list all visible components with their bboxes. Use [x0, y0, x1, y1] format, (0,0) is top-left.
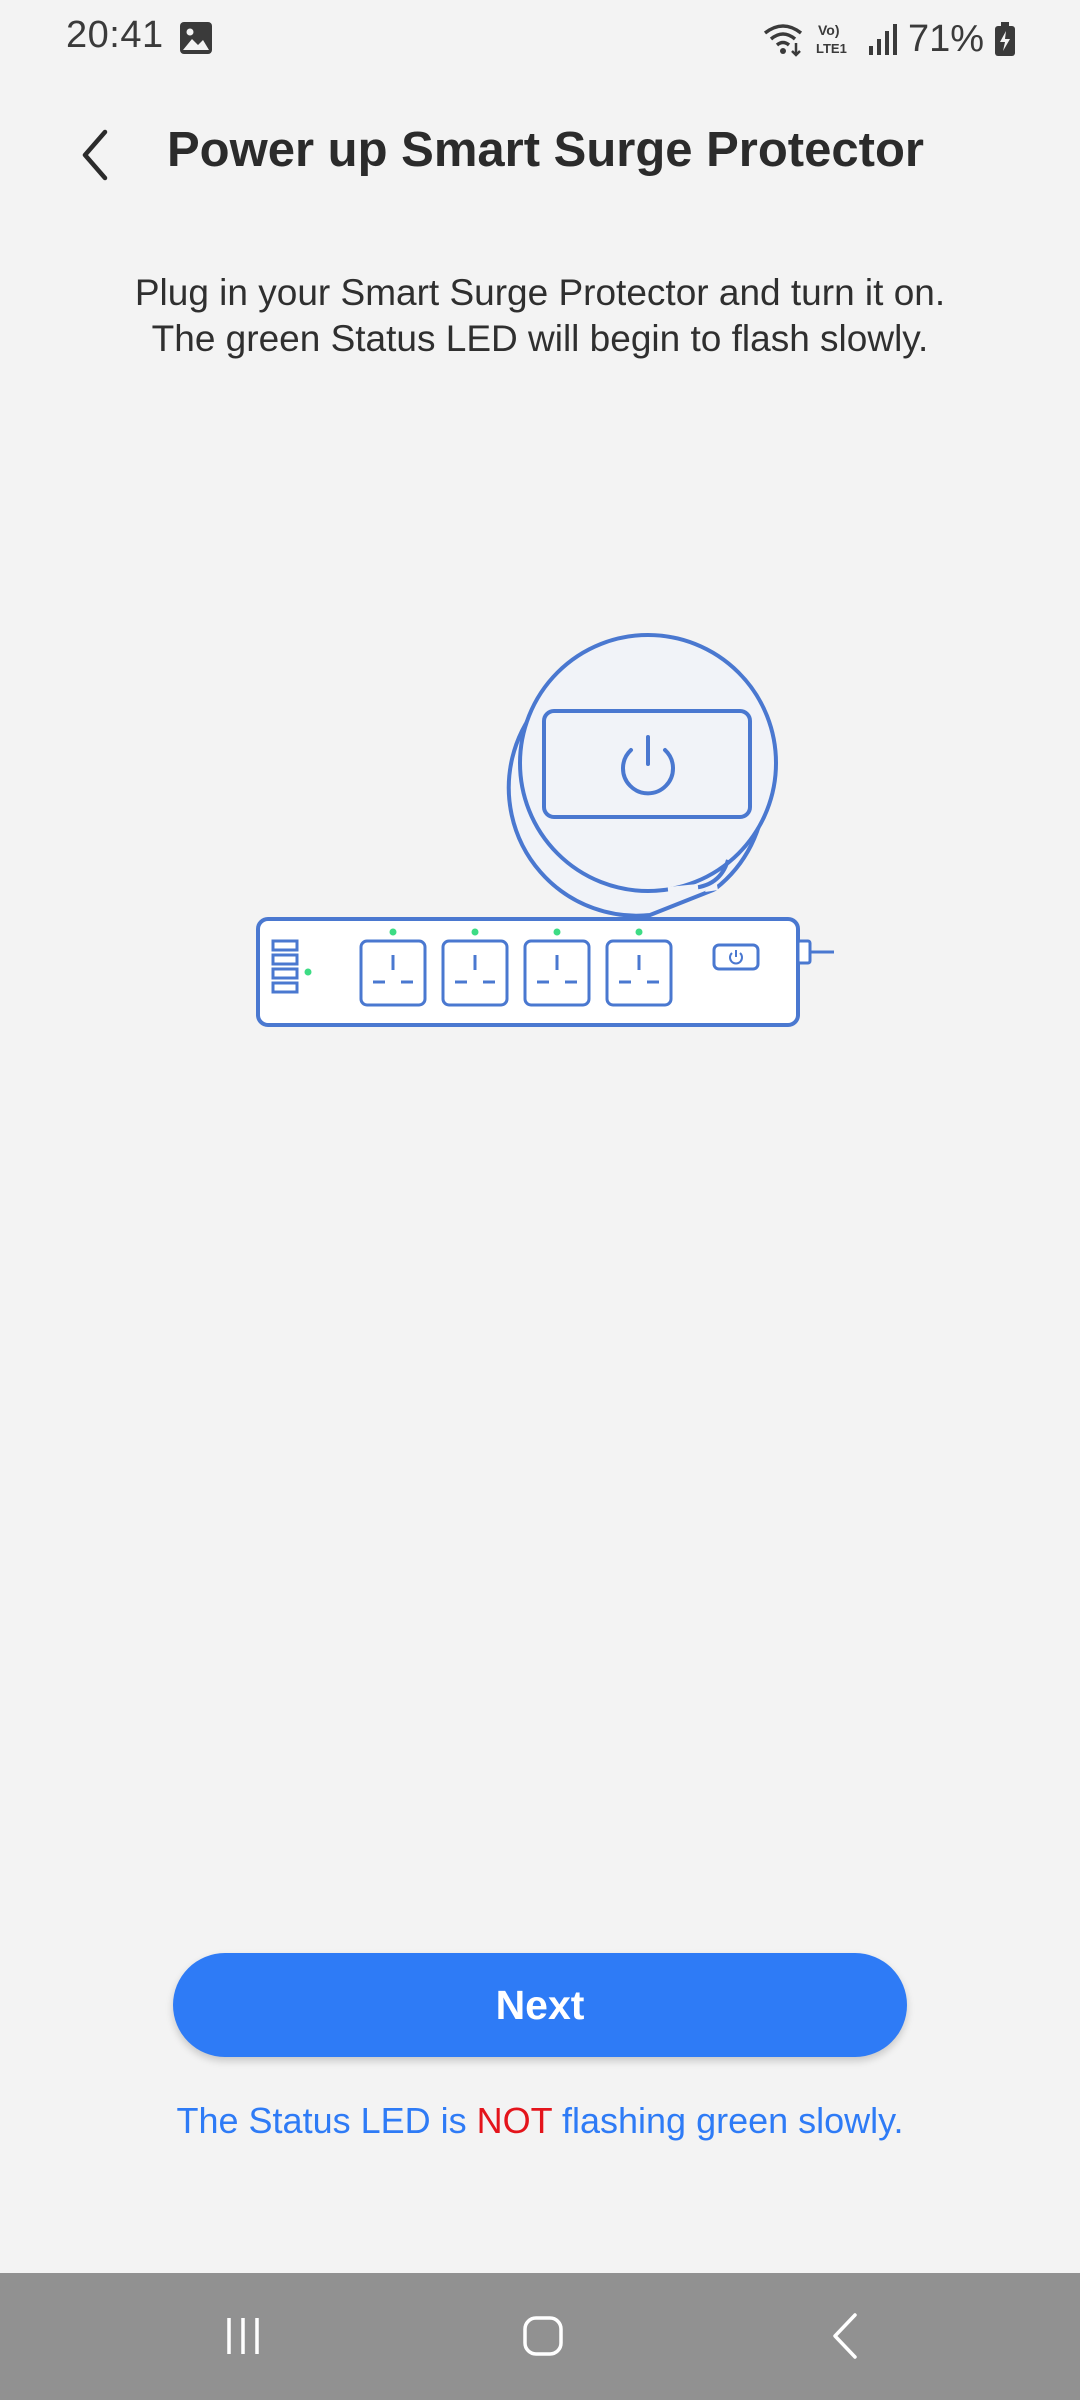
instruction-line-1: Plug in your Smart Surge Protector and t… [134, 272, 946, 313]
wifi-icon [763, 24, 803, 57]
svg-text:LTE1: LTE1 [816, 41, 847, 56]
svg-text:Vo): Vo) [818, 22, 840, 38]
next-button[interactable]: Next [173, 1953, 907, 2057]
recent-apps-button[interactable] [203, 2301, 283, 2371]
header: Power up Smart Surge Protector [0, 100, 1080, 210]
battery-percent: 71% [907, 17, 984, 60]
power-button-zoom-bubble [506, 633, 778, 918]
chevron-left-icon [82, 129, 108, 181]
status-time: 20:41 [66, 14, 164, 56]
system-nav-bar [0, 2273, 1080, 2400]
battery-charging-icon [995, 22, 1015, 56]
status-bar: 20:41 Vo) LTE1 71% [0, 0, 1080, 80]
instruction-line-2: The green Status LED will begin to flash… [151, 318, 929, 359]
socket [359, 928, 427, 1007]
help-link-suffix: flashing green slowly. [551, 2100, 904, 2141]
socket [523, 928, 591, 1007]
socket [605, 928, 673, 1007]
help-link-emphasis: NOT [476, 2100, 552, 2141]
back-icon [833, 2313, 857, 2359]
power-strip [256, 917, 834, 1027]
home-button[interactable] [503, 2301, 583, 2371]
led-not-flashing-link[interactable]: The Status LED is NOT flashing green slo… [0, 2100, 1080, 2142]
socket [441, 928, 509, 1007]
help-link-prefix: The Status LED is [176, 2100, 477, 2141]
nav-back-button[interactable] [807, 2301, 887, 2371]
instruction-text: Plug in your Smart Surge Protector and t… [40, 270, 1040, 362]
signal-icon [868, 24, 897, 55]
surge-protector-illustration [256, 633, 834, 1027]
home-icon [523, 2316, 563, 2356]
page-title: Power up Smart Surge Protector [167, 123, 924, 177]
screen: 20:41 Vo) LTE1 71% Power up Smart Surge … [0, 0, 1080, 2400]
back-button[interactable] [60, 120, 130, 190]
volte-icon: Vo) LTE1 [816, 22, 847, 56]
status-icons: Vo) LTE1 71% [762, 14, 1016, 64]
recent-apps-icon [227, 2318, 259, 2354]
gallery-icon [180, 22, 212, 54]
